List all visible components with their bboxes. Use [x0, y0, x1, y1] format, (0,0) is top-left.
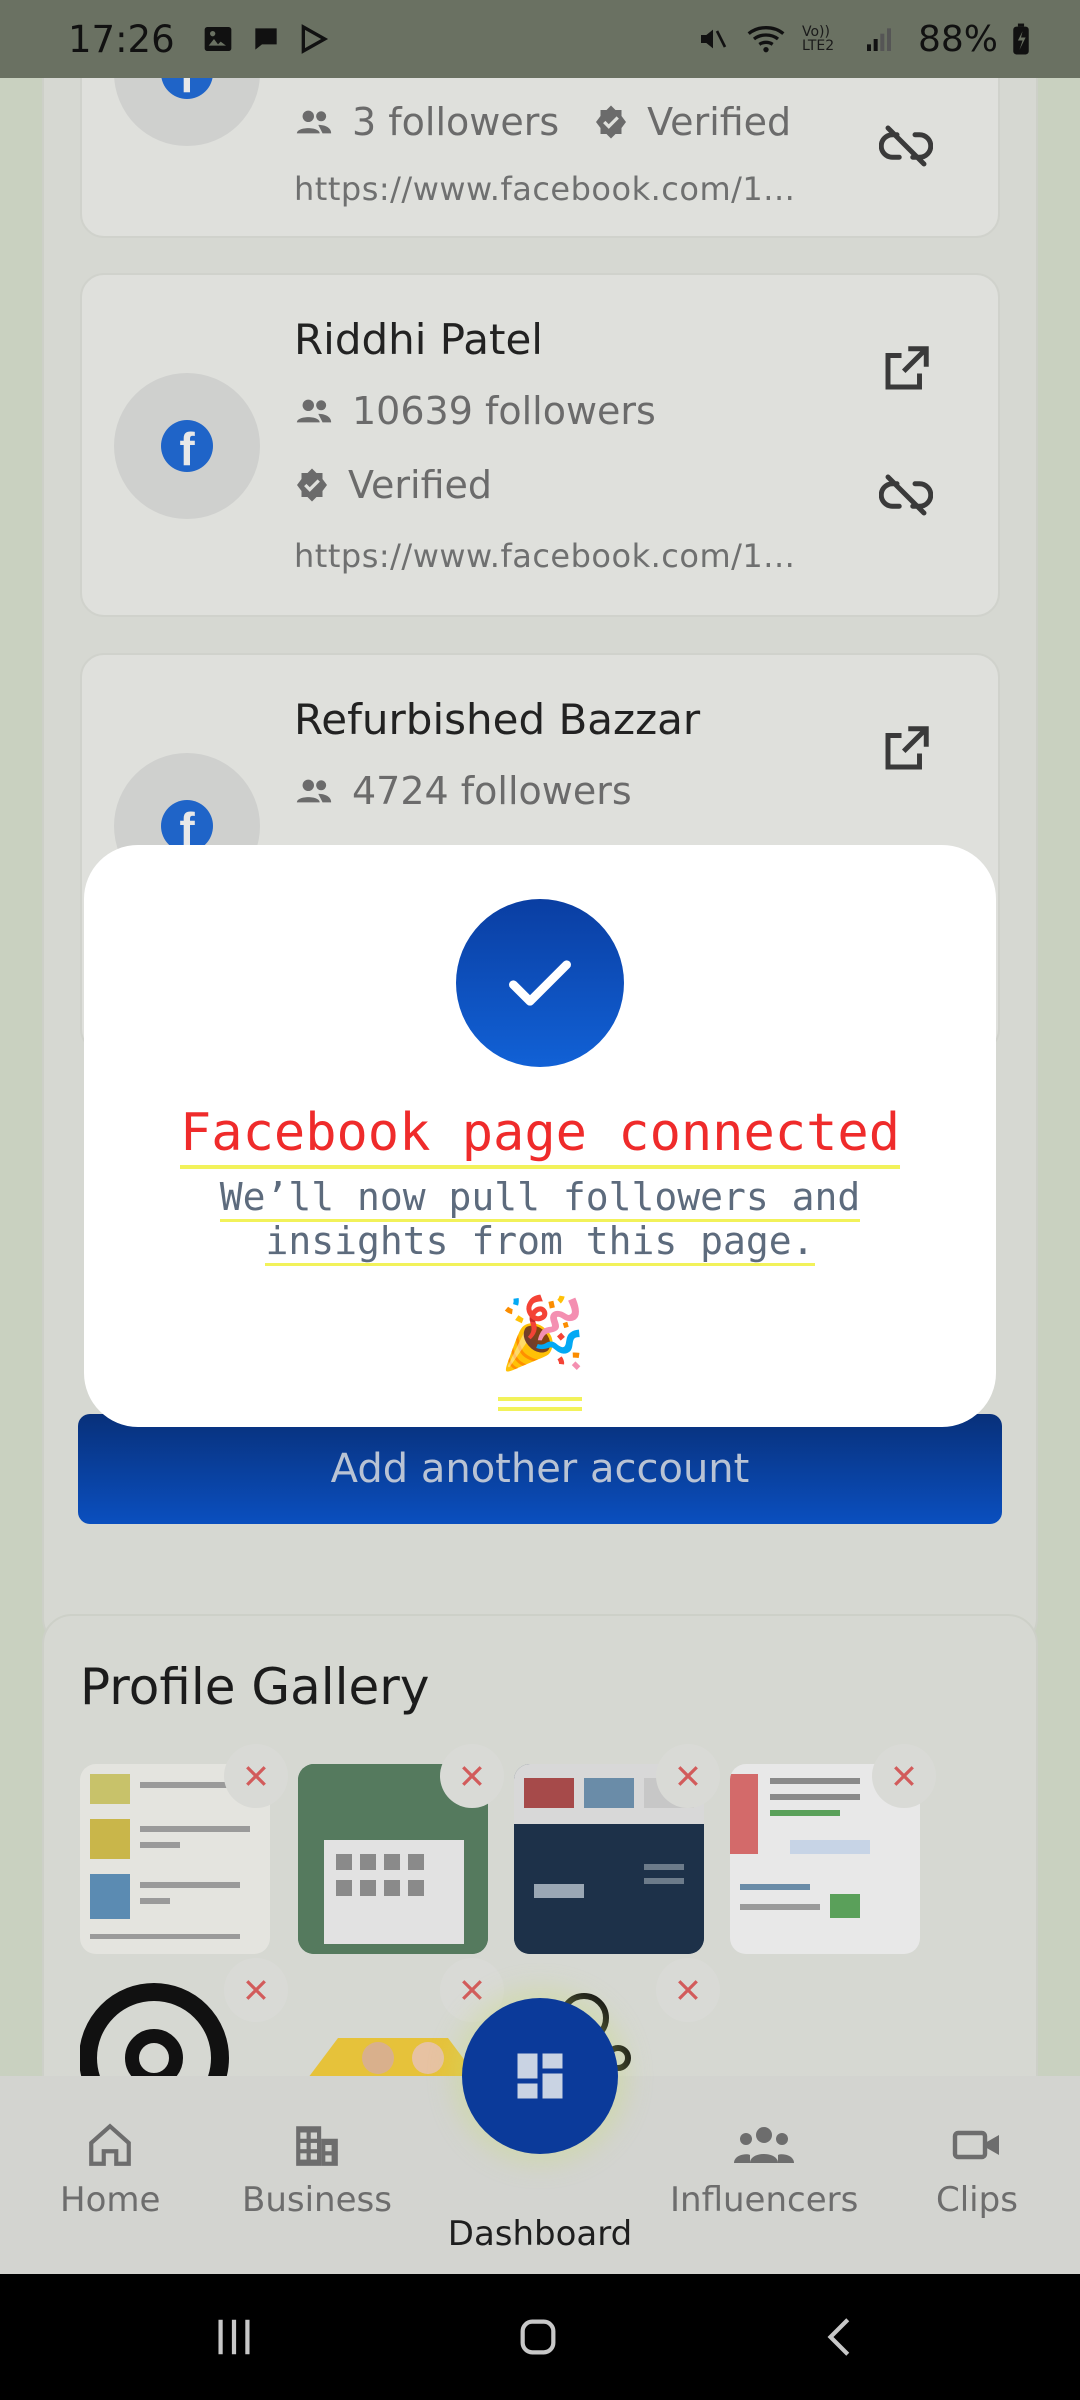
- followers-icon: [296, 399, 332, 423]
- nav-clips-label: Clips: [936, 2180, 1018, 2220]
- remove-image-button[interactable]: [656, 1744, 720, 1808]
- verified-label: Verified: [647, 100, 792, 144]
- account-card[interactable]: f Riddhi Patel 10639 followers Verified …: [80, 273, 1000, 617]
- verified-icon: [596, 105, 627, 139]
- decorative-lines: [498, 1397, 582, 1411]
- nav-business[interactable]: Business: [242, 2122, 392, 2220]
- unlink-icon[interactable]: [876, 465, 936, 525]
- remove-image-button[interactable]: [224, 1958, 288, 2022]
- remove-image-button[interactable]: [656, 1958, 720, 2022]
- followers-count: 3 followers: [352, 100, 560, 144]
- open-external-icon[interactable]: [876, 719, 936, 779]
- gallery-notification-icon: [201, 22, 235, 56]
- status-time: 17:26: [68, 17, 175, 61]
- gallery-title: Profile Gallery: [80, 1658, 430, 1716]
- volte-icon: Vo)) LTE2: [801, 24, 835, 54]
- battery-charging-icon: [1004, 22, 1038, 56]
- home-icon: [89, 2123, 132, 2166]
- business-icon: [296, 2126, 338, 2166]
- account-name: Riddhi Patel: [294, 315, 543, 364]
- account-card[interactable]: f 3 followers Verified https://www.faceb…: [80, 78, 1000, 238]
- wifi-icon: [744, 22, 788, 56]
- system-navigation-bar: [0, 2274, 1080, 2400]
- facebook-icon: f: [161, 78, 213, 99]
- unlink-icon[interactable]: [876, 116, 936, 176]
- influencers-icon: [734, 2127, 795, 2163]
- status-bar: 17:26 Vo)) LTE2 88%: [0, 0, 1080, 78]
- nav-influencers[interactable]: Influencers: [670, 2122, 858, 2220]
- dashboard-icon: [517, 2053, 563, 2099]
- chat-notification-icon: [249, 22, 283, 56]
- open-external-icon[interactable]: [876, 339, 936, 399]
- dashboard-fab-button[interactable]: [462, 1998, 618, 2154]
- verified-label: Verified: [348, 463, 493, 507]
- back-icon[interactable]: [818, 2314, 866, 2365]
- success-check-icon: [456, 899, 624, 1067]
- followers-icon: [296, 110, 332, 134]
- followers-icon: [296, 779, 332, 803]
- play-store-notification-icon: [297, 22, 331, 56]
- remove-image-button[interactable]: [440, 1744, 504, 1808]
- party-popper-icon: 🎉: [499, 1294, 587, 1372]
- account-url[interactable]: https://www.facebook.com/1...: [294, 170, 795, 208]
- facebook-icon: f: [161, 420, 213, 472]
- battery-percent: 88%: [917, 18, 998, 60]
- bottom-navigation: Home Business Dashboard Influencers Clip…: [0, 1998, 1080, 2274]
- dialog-title: Facebook page connected: [84, 1103, 996, 1169]
- followers-count: 10639 followers: [352, 389, 656, 433]
- followers-count: 4724 followers: [352, 769, 632, 813]
- dialog-message: We’ll now pull followers and insights fr…: [204, 1175, 876, 1266]
- nav-clips[interactable]: Clips: [936, 2122, 1018, 2220]
- add-another-account-button[interactable]: Add another account: [78, 1414, 1002, 1524]
- remove-image-button[interactable]: [872, 1744, 936, 1808]
- recent-apps-icon[interactable]: [210, 2314, 258, 2365]
- account-avatar: f: [114, 373, 260, 519]
- remove-image-button[interactable]: [224, 1744, 288, 1808]
- clips-icon: [952, 2130, 999, 2160]
- home-system-icon[interactable]: [514, 2314, 562, 2365]
- mute-icon: [696, 22, 730, 56]
- account-name: Refurbished Bazzar: [294, 695, 701, 744]
- signal-icon: [862, 22, 896, 56]
- verified-icon: [297, 468, 327, 502]
- nav-influencers-label: Influencers: [670, 2180, 859, 2220]
- account-url[interactable]: https://www.facebook.com/1...: [294, 537, 795, 575]
- nav-home[interactable]: Home: [60, 2122, 160, 2220]
- success-dialog[interactable]: Facebook page connected We’ll now pull f…: [84, 845, 996, 1427]
- nav-dashboard-label[interactable]: Dashboard: [0, 2214, 1080, 2254]
- account-avatar: f: [114, 78, 260, 146]
